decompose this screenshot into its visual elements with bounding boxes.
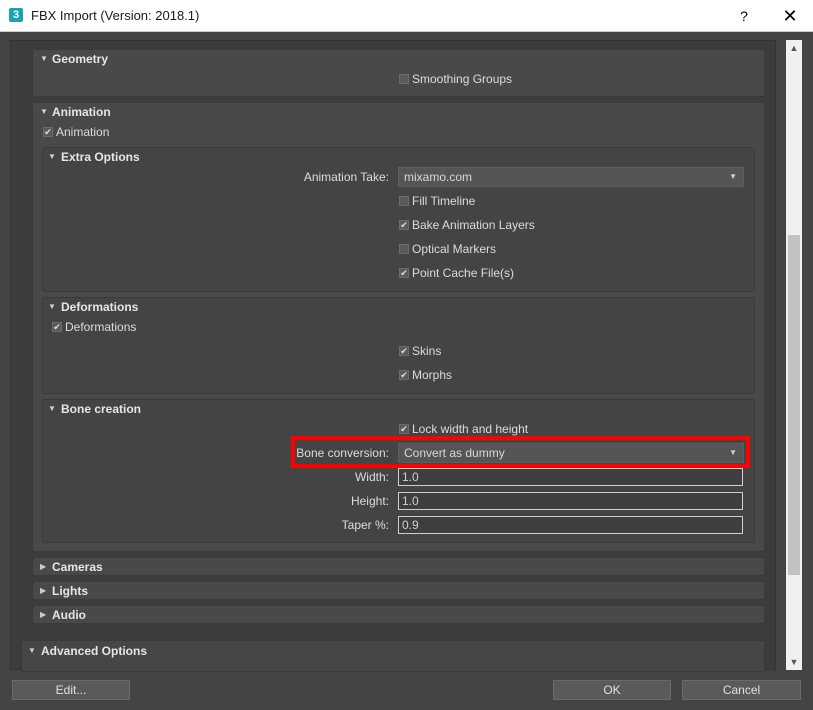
fill-timeline-checkbox[interactable]	[399, 196, 409, 206]
scroll-up-icon[interactable]: ▲	[786, 40, 802, 56]
edit-button[interactable]: Edit...	[12, 680, 130, 700]
scroll-down-icon[interactable]: ▼	[786, 654, 802, 670]
smoothing-groups-checkbox[interactable]	[399, 74, 409, 84]
dialog-content: ▼ Geometry Smoothing Groups ▼ Animation …	[0, 33, 813, 673]
lights-header[interactable]: Lights	[52, 584, 88, 598]
bone-creation-group: ▼ Bone creation ✔ Lock width and height …	[42, 399, 755, 543]
width-label: Width:	[354, 470, 389, 484]
deformations-checkbox-label: Deformations	[65, 320, 137, 334]
title-bar: 3 FBX Import (Version: 2018.1) ? ✕	[0, 0, 813, 32]
expand-arrow-icon[interactable]: ▼	[40, 107, 48, 116]
animation-checkbox[interactable]: ✔	[43, 127, 53, 137]
animation-group: ▼ Animation ✔ Animation ▼ Extra Options …	[32, 102, 765, 552]
expand-arrow-icon[interactable]: ▼	[48, 302, 56, 311]
taper-label: Taper %:	[341, 518, 389, 532]
morphs-checkbox[interactable]: ✔	[399, 370, 409, 380]
animation-checkbox-label: Animation	[56, 125, 110, 139]
geometry-group: ▼ Geometry Smoothing Groups	[32, 49, 765, 97]
deformations-header[interactable]: Deformations	[61, 300, 138, 314]
smoothing-groups-label: Smoothing Groups	[412, 72, 513, 86]
extra-options-header[interactable]: Extra Options	[61, 150, 140, 164]
bake-animation-layers-checkbox[interactable]: ✔	[399, 220, 409, 230]
cameras-group[interactable]: ▶ Cameras	[32, 557, 765, 576]
expand-arrow-icon[interactable]: ▼	[40, 54, 48, 63]
collapse-arrow-icon: ▶	[40, 610, 47, 619]
advanced-options-header[interactable]: Advanced Options	[41, 644, 147, 658]
animation-header[interactable]: Animation	[52, 105, 111, 119]
geometry-header[interactable]: Geometry	[52, 52, 108, 66]
dropdown-arrow-icon: ▼	[729, 172, 737, 181]
close-button[interactable]: ✕	[774, 0, 806, 32]
scrollbar-thumb[interactable]	[788, 235, 800, 575]
expand-arrow-icon[interactable]: ▼	[48, 152, 56, 161]
help-button[interactable]: ?	[729, 0, 759, 32]
deformations-checkbox[interactable]: ✔	[52, 322, 62, 332]
expand-arrow-icon[interactable]: ▼	[28, 646, 36, 655]
lock-width-height-label: Lock width and height	[412, 422, 529, 436]
collapse-arrow-icon: ▶	[40, 586, 47, 595]
vertical-scrollbar[interactable]: ▲ ▼	[786, 40, 802, 670]
expand-arrow-icon[interactable]: ▼	[48, 404, 56, 413]
highlight-box	[291, 436, 750, 468]
advanced-options-group: ▼ Advanced Options	[21, 640, 765, 672]
deformations-group: ▼ Deformations ✔ Deformations ✔ Skins ✔ …	[42, 297, 755, 394]
bone-creation-header[interactable]: Bone creation	[61, 402, 141, 416]
point-cache-checkbox[interactable]: ✔	[399, 268, 409, 278]
optical-markers-label: Optical Markers	[412, 242, 497, 256]
extra-options-group: ▼ Extra Options Animation Take: mixamo.c…	[42, 147, 755, 292]
width-input[interactable]: 1.0	[398, 468, 743, 486]
morphs-label: Morphs	[412, 368, 453, 382]
taper-input[interactable]: 0.9	[398, 516, 743, 534]
bake-animation-layers-label: Bake Animation Layers	[412, 218, 535, 232]
skins-checkbox[interactable]: ✔	[399, 346, 409, 356]
dialog-footer: Edit... OK Cancel	[0, 673, 813, 710]
point-cache-label: Point Cache File(s)	[412, 266, 515, 280]
audio-group[interactable]: ▶ Audio	[32, 605, 765, 624]
cameras-header[interactable]: Cameras	[52, 560, 103, 574]
height-input[interactable]: 1.0	[398, 492, 743, 510]
collapse-arrow-icon: ▶	[40, 562, 47, 571]
animation-take-label: Animation Take:	[303, 170, 389, 184]
audio-header[interactable]: Audio	[52, 608, 86, 622]
settings-scroll-panel: ▼ Geometry Smoothing Groups ▼ Animation …	[10, 40, 776, 670]
optical-markers-checkbox[interactable]	[399, 244, 409, 254]
height-label: Height:	[350, 494, 389, 508]
3dsmax-app-icon: 3	[9, 8, 23, 22]
lights-group[interactable]: ▶ Lights	[32, 581, 765, 600]
ok-button[interactable]: OK	[553, 680, 671, 700]
window-title: FBX Import (Version: 2018.1)	[31, 8, 200, 23]
fill-timeline-label: Fill Timeline	[412, 194, 476, 208]
animation-take-value: mixamo.com	[404, 170, 473, 184]
animation-take-dropdown[interactable]: mixamo.com ▼	[398, 167, 744, 187]
lock-width-height-checkbox[interactable]: ✔	[399, 424, 409, 434]
skins-label: Skins	[412, 344, 442, 358]
cancel-button[interactable]: Cancel	[682, 680, 801, 700]
